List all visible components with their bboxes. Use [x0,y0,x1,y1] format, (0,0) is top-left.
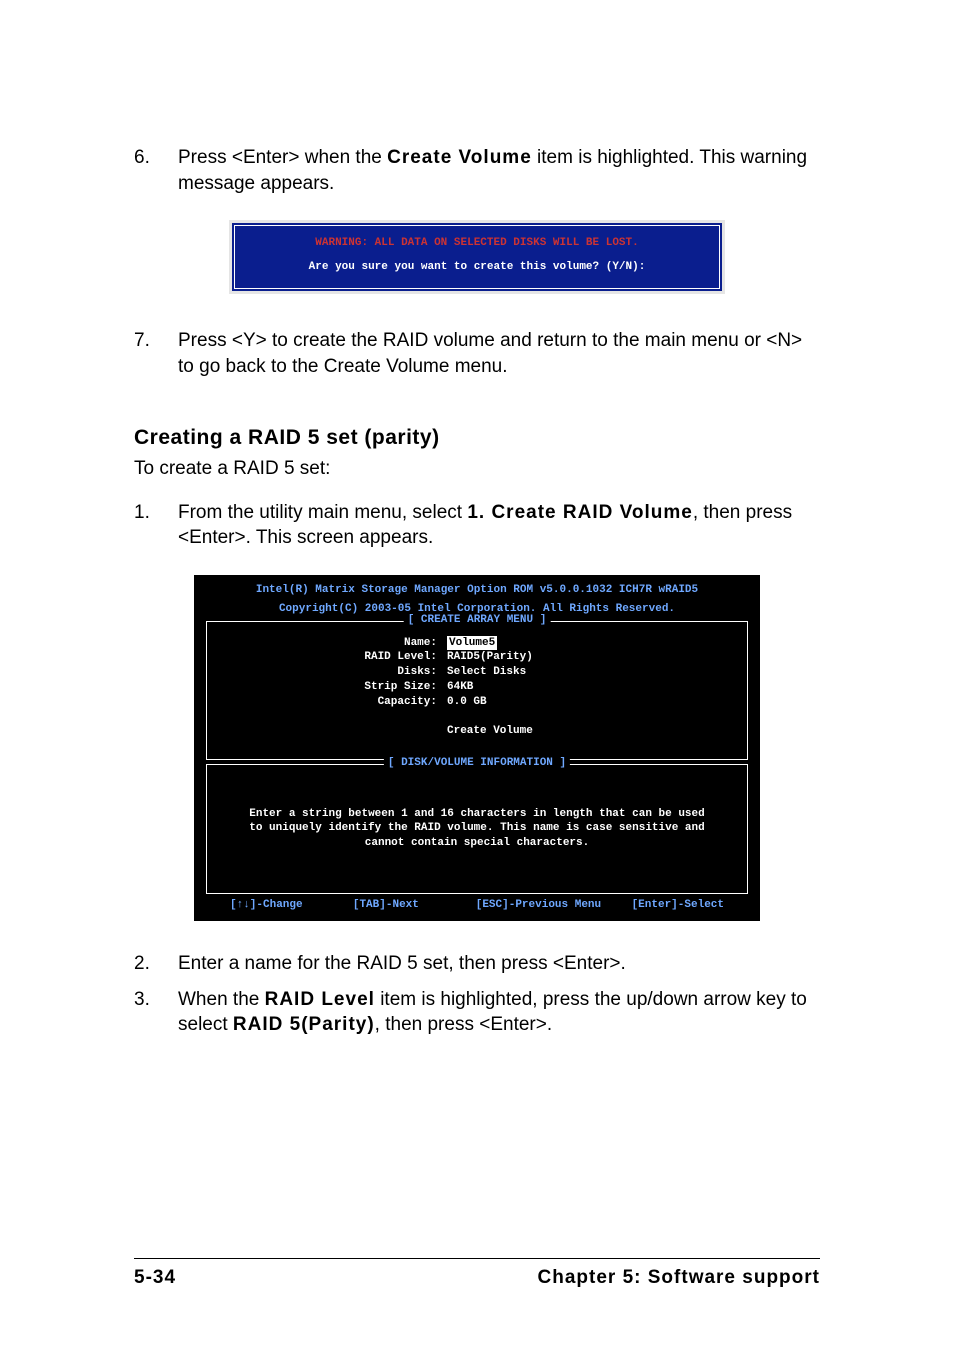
field-capacity: Capacity: 0.0 GB [217,695,737,710]
step-number: 6. [134,145,178,171]
field-raid-level: RAID Level: RAID5(Parity) [217,650,737,665]
step-text: When the RAID Level item is highlighted,… [178,987,820,1038]
help-line: to uniquely identify the RAID volume. Th… [217,821,737,836]
chapter-title: Chapter 5: Software support [538,1267,820,1289]
key-next: [TAB]-Next [353,898,476,913]
step-6: 6. Press <Enter> when the Create Volume … [134,145,820,196]
step-2: 2. Enter a name for the RAID 5 set, then… [134,951,820,977]
key-prev-menu: [ESC]-Previous Menu [476,898,601,913]
value: Volume5 [447,636,497,651]
step-7: 7. Press <Y> to create the RAID volume a… [134,328,820,379]
page-number: 5-34 [134,1267,176,1289]
text: From the utility main menu, select [178,502,467,523]
bold-term: RAID Level [265,989,375,1010]
step-number: 7. [134,328,178,354]
step-3: 3. When the RAID Level item is highlight… [134,987,820,1038]
value: Create Volume [447,724,533,739]
section-heading: Creating a RAID 5 set (parity) [134,426,820,450]
key-legend: [↑↓]-Change [TAB]-Next [ESC]-Previous Me… [194,894,760,921]
label: Name: [217,636,447,651]
warning-line: WARNING: ALL DATA ON SELECTED DISKS WILL… [242,237,712,249]
field-strip-size: Strip Size: 64KB [217,680,737,695]
field-name: Name: Volume5 [217,636,737,651]
label: Strip Size: [217,680,447,695]
bios-create-array-screenshot: Intel(R) Matrix Storage Manager Option R… [194,575,760,921]
bios-header-line1: Intel(R) Matrix Storage Manager Option R… [194,583,760,602]
bold-term: Create Volume [387,147,532,168]
label: Capacity: [217,695,447,710]
text: Press <Enter> when the [178,147,387,168]
confirm-prompt: Are you sure you want to create this vol… [242,261,712,273]
text: When the [178,989,265,1010]
disk-volume-info-box: [ DISK/VOLUME INFORMATION ] Enter a stri… [206,764,748,895]
value: Select Disks [447,665,526,680]
label: Disks: [217,665,447,680]
value: 64KB [447,680,473,695]
step-text: Press <Enter> when the Create Volume ite… [178,145,820,196]
label: RAID Level: [217,650,447,665]
step-text: From the utility main menu, select 1. Cr… [178,500,820,551]
create-array-menu-box: [ CREATE ARRAY MENU ] Name: Volume5 RAID… [206,621,748,760]
text: , then press <Enter>. [375,1014,552,1035]
box-title: [ CREATE ARRAY MENU ] [404,613,551,628]
create-volume-action: Create Volume [217,724,737,739]
warning-dialog-screenshot: WARNING: ALL DATA ON SELECTED DISKS WILL… [229,220,725,294]
bold-term: RAID 5(Parity) [233,1014,375,1035]
step-1: 1. From the utility main menu, select 1.… [134,500,820,551]
box-title: [ DISK/VOLUME INFORMATION ] [384,756,570,771]
help-line: Enter a string between 1 and 16 characte… [217,807,737,822]
key-select: [Enter]-Select [601,898,724,913]
step-number: 2. [134,951,178,977]
field-disks: Disks: Select Disks [217,665,737,680]
key-change: [↑↓]-Change [230,898,353,913]
step-text: Press <Y> to create the RAID volume and … [178,328,820,379]
bold-term: 1. Create RAID Volume [467,502,692,523]
value: 0.0 GB [447,695,487,710]
page-footer: 5-34 Chapter 5: Software support [134,1258,820,1289]
step-number: 1. [134,500,178,526]
section-subtext: To create a RAID 5 set: [134,458,820,480]
step-text: Enter a name for the RAID 5 set, then pr… [178,951,820,977]
step-number: 3. [134,987,178,1013]
help-line: cannot contain special characters. [217,836,737,851]
value: RAID5(Parity) [447,650,533,665]
